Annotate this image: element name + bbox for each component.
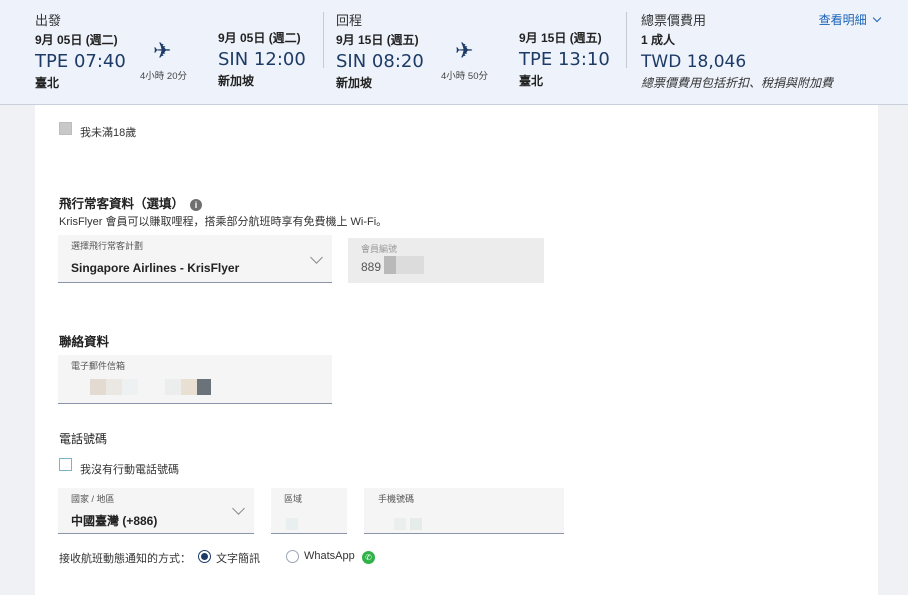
country-select[interactable]: 國家 / 地區 中國臺灣 (+886) <box>58 488 254 534</box>
outbound-duration: 4小時 20分 <box>140 71 187 82</box>
redacted-block <box>165 379 181 395</box>
outbound-arrival: 9月 05日 (週二) SIN 12:00 新加坡 <box>218 29 306 89</box>
notify-sms-label: 文字簡訊 <box>216 553 260 565</box>
no-mobile-checkbox[interactable] <box>59 458 72 471</box>
itinerary-summary: 出發 9月 05日 (週二) TPE 07:40 臺北 ✈ 4小時 20分 9月… <box>0 0 908 105</box>
area-code-label: 區域 <box>284 494 303 504</box>
fare-passengers: 1 成人 <box>641 33 676 47</box>
whatsapp-icon: ✆ <box>362 551 375 564</box>
inbound-arr-time: TPE 13:10 <box>519 49 610 70</box>
fare-total: TWD 18,046 <box>641 52 747 72</box>
contact-title: 聯絡資料 <box>59 335 110 349</box>
redacted-block <box>410 518 422 530</box>
redacted-block <box>396 256 424 274</box>
ff-program-label: 選擇飛行常客計劃 <box>71 241 144 251</box>
country-value: 中國臺灣 (+886) <box>71 514 158 528</box>
notify-sms-radio[interactable] <box>198 550 211 563</box>
chevron-down-icon <box>310 251 323 264</box>
inbound-duration: 4小時 50分 <box>441 71 488 82</box>
inbound-arr-date: 9月 15日 (週五) <box>519 31 602 45</box>
plane-icon: ✈ <box>455 38 474 63</box>
info-icon[interactable]: i <box>190 198 203 211</box>
inbound-dep-city: 新加坡 <box>336 76 373 90</box>
redacted-block <box>286 518 298 530</box>
divider <box>323 12 324 68</box>
member-number-value: 889 <box>361 260 382 274</box>
redacted-block <box>181 379 197 395</box>
frequent-flyer-title-text: 飛行常客資料（選填） <box>59 197 185 211</box>
no-mobile-label: 我沒有行動電話號碼 <box>80 464 179 476</box>
outbound-dep-city: 臺北 <box>35 76 60 90</box>
under-18-label: 我未滿18歲 <box>80 127 137 139</box>
phone-title: 電話號碼 <box>59 432 108 446</box>
notify-label: 接收航班動態通知的方式： <box>59 553 191 565</box>
outbound-arr-time: SIN 12:00 <box>218 49 306 70</box>
inbound-arr-city: 臺北 <box>519 74 544 88</box>
inbound-departure: 回程 9月 15日 (週五) SIN 08:20 新加坡 <box>336 10 424 91</box>
frequent-flyer-desc: KrisFlyer 會員可以賺取哩程，搭乘部分航班時享有免費機上 Wi-Fi。 <box>59 216 388 228</box>
redacted-block <box>122 379 138 395</box>
view-details-label: 查看明細 <box>818 13 867 27</box>
member-number-field[interactable]: 會員編號 889 <box>348 238 544 283</box>
outbound-dep-date: 9月 05日 (週二) <box>35 33 118 47</box>
chevron-down-icon <box>872 13 882 23</box>
redacted-block <box>197 379 211 395</box>
view-details-link[interactable]: 查看明細 <box>818 11 882 28</box>
redacted-block <box>106 379 122 395</box>
chevron-down-icon <box>232 502 245 515</box>
passenger-form-card: 我未滿18歲 飛行常客資料（選填） i KrisFlyer 會員可以賺取哩程，搭乘… <box>35 105 878 595</box>
outbound-title: 出發 <box>35 13 62 28</box>
outbound-arr-date: 9月 05日 (週二) <box>218 31 301 45</box>
redacted-block <box>384 256 396 274</box>
inbound-dep-date: 9月 15日 (週五) <box>336 33 419 47</box>
outbound-dep-time: TPE 07:40 <box>35 51 126 72</box>
fare-title: 總票價費用 <box>641 13 707 28</box>
email-field[interactable]: 電子郵件信箱 <box>58 355 332 404</box>
notify-whatsapp-radio[interactable] <box>286 550 299 563</box>
mobile-number-label: 手機號碼 <box>378 494 415 504</box>
fare-note: 總票價費用包括折扣、稅捐與附加費 <box>641 76 834 90</box>
under-18-checkbox[interactable] <box>59 122 72 135</box>
divider <box>626 12 627 68</box>
plane-icon: ✈ <box>153 38 172 63</box>
ff-program-value: Singapore Airlines - KrisFlyer <box>71 261 240 275</box>
member-number-label: 會員編號 <box>361 244 398 254</box>
frequent-flyer-title: 飛行常客資料（選填） i <box>59 193 203 212</box>
inbound-arrival: 9月 15日 (週五) TPE 13:10 臺北 <box>519 29 610 89</box>
outbound-arr-city: 新加坡 <box>218 74 255 88</box>
redacted-block <box>90 379 106 395</box>
outbound-departure: 出發 9月 05日 (週二) TPE 07:40 臺北 <box>35 10 126 91</box>
notify-whatsapp-label: WhatsApp <box>304 550 355 562</box>
country-label: 國家 / 地區 <box>71 494 115 504</box>
email-label: 電子郵件信箱 <box>71 361 126 371</box>
redacted-block <box>394 518 406 530</box>
area-code-field[interactable]: 區域 <box>271 488 347 534</box>
mobile-number-field[interactable]: 手機號碼 <box>364 488 564 534</box>
fare-summary: 總票價費用 1 成人 TWD 18,046 總票價費用包括折扣、稅捐與附加費 <box>641 10 833 91</box>
ff-program-select[interactable]: 選擇飛行常客計劃 Singapore Airlines - KrisFlyer <box>58 235 332 283</box>
inbound-dep-time: SIN 08:20 <box>336 51 424 72</box>
inbound-title: 回程 <box>336 13 363 28</box>
